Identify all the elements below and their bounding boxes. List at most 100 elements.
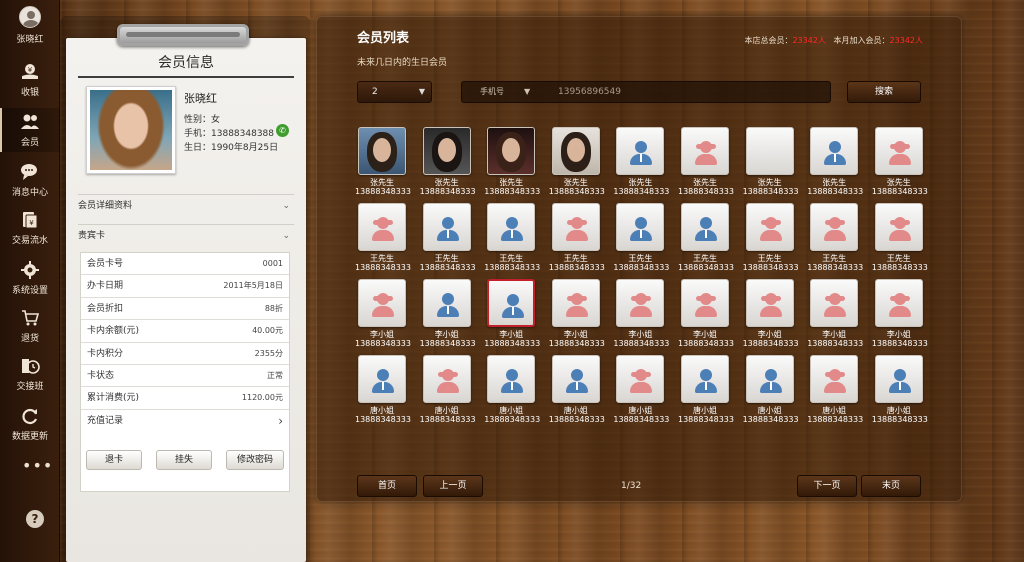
member-name: 张先生 — [822, 178, 847, 187]
member-name: 李小姐 — [693, 330, 717, 339]
male-avatar-icon — [681, 355, 729, 403]
member-card-item[interactable]: 唐小姐 13888348333 — [743, 355, 799, 425]
member-card-item[interactable]: 唐小姐 13888348333 — [807, 355, 864, 425]
member-card-item[interactable]: 唐小姐 13888348333 — [355, 355, 411, 425]
nav-item-settings[interactable]: 系统设置 — [0, 260, 60, 296]
member-name: 王先生 — [822, 254, 847, 263]
next-page-button[interactable]: 下一页 — [797, 475, 857, 497]
member-name: 李小姐 — [563, 330, 588, 339]
refund-card-button[interactable]: 退卡 — [86, 450, 142, 470]
member-phone: 13888348333 — [484, 263, 541, 272]
nav-item-data-update[interactable]: 数据更新 — [0, 406, 60, 442]
nav-item-members[interactable]: 会员 — [0, 108, 60, 152]
member-card-item[interactable]: 王先生 13888348333 — [871, 203, 928, 273]
nav-item-shift[interactable]: 交接班 — [0, 356, 60, 392]
member-name: 张先生 — [693, 178, 717, 187]
member-card-item[interactable]: 张先生 13888348333 — [549, 127, 605, 197]
member-card-item[interactable]: 张先生 13888348333 — [484, 127, 540, 197]
search-input[interactable] — [558, 84, 818, 100]
member-card: 会员信息 张晓红 性别：女 手机：13888348388 ✆ 生日：1990年8… — [66, 38, 306, 562]
female-avatar-icon — [422, 355, 471, 403]
member-name: 张先生 — [370, 178, 394, 187]
nav-user[interactable]: 张晓红 — [0, 6, 60, 45]
member-card-item[interactable]: 王先生 13888348333 — [678, 203, 734, 273]
search-button[interactable]: 搜索 — [847, 81, 921, 103]
nav-item-transactions[interactable]: ¥ 交易流水 — [0, 210, 60, 246]
search-type-select[interactable]: 手机号 — [480, 82, 504, 102]
change-password-button[interactable]: 修改密码 — [226, 450, 284, 470]
member-card-item[interactable]: 王先生 13888348333 — [807, 203, 863, 273]
member-card-item[interactable]: 王先生 13888348333 — [613, 203, 669, 273]
member-phone: 13888348333 — [484, 415, 541, 424]
member-card-item[interactable]: 张先生 13888348333 — [613, 127, 669, 197]
recharge-record-row[interactable]: 充值记录 › — [81, 410, 289, 432]
member-card-item[interactable]: 张先生 13888348333 — [678, 127, 734, 197]
member-card-item[interactable]: 李小姐 13888348333 — [678, 279, 734, 349]
member-card-item[interactable]: 李小姐 13888348333 — [613, 279, 669, 349]
female-avatar-icon — [810, 279, 859, 327]
row-value: 88折 — [264, 303, 283, 313]
member-card-item[interactable]: 李小姐 13888348333 — [355, 279, 411, 349]
nav-item-cashier[interactable]: ¥ 收银 — [0, 62, 60, 98]
member-card-item[interactable]: 李小姐 13888348333 — [871, 279, 928, 349]
row-value: 2355分 — [254, 348, 283, 358]
member-card-item[interactable]: 张先生 13888348333 — [807, 127, 863, 197]
member-detail-section[interactable]: 会员详细资料 ⌄ — [78, 194, 294, 216]
user-avatar-icon — [19, 6, 41, 28]
female-avatar-icon — [874, 203, 923, 251]
member-card-item[interactable]: 李小姐 13888348333 — [420, 279, 476, 349]
member-card-item[interactable]: 唐小姐 13888348333 — [872, 355, 928, 425]
member-phone: 13888348333 — [871, 339, 928, 348]
member-card-item[interactable]: 唐小姐 13888348333 — [613, 355, 669, 425]
help-icon[interactable]: ? — [26, 510, 44, 528]
message-icon — [20, 162, 40, 182]
male-avatar-icon — [487, 355, 536, 403]
more-icon[interactable]: ••• — [22, 456, 53, 475]
first-page-button[interactable]: 首页 — [357, 475, 417, 497]
member-card-title: 会员信息 — [158, 55, 214, 71]
vip-card-section[interactable]: 贵宾卡 ⌄ — [78, 224, 294, 246]
settings-icon — [20, 260, 40, 280]
member-card-item[interactable]: 张先生 13888348333 — [355, 127, 411, 197]
refresh-icon — [20, 406, 40, 426]
member-phone: 13888348333 — [871, 263, 928, 272]
member-phone: 13888348333 — [807, 415, 864, 424]
nav-item-label: 交接班 — [16, 382, 44, 392]
member-phone: 13888348333 — [678, 339, 734, 348]
member-card-item[interactable]: 王先生 13888348333 — [355, 203, 411, 273]
member-name: 张先生 — [563, 178, 588, 187]
member-card-item[interactable]: 李小姐 13888348333 — [743, 279, 799, 349]
row-label: 卡内余额(元) — [87, 326, 140, 337]
prev-page-button[interactable]: 上一页 — [423, 475, 483, 497]
member-card-item[interactable]: 王先生 13888348333 — [743, 203, 799, 273]
caret-down-icon[interactable]: ▼ — [524, 82, 530, 102]
member-card-item[interactable]: 张先生 13888348333 — [420, 127, 476, 197]
last-page-button[interactable]: 末页 — [861, 475, 921, 497]
member-card-item[interactable]: 李小姐 13888348333 — [807, 279, 863, 349]
member-phone: 13888348333 — [742, 187, 799, 196]
member-card-item[interactable]: 王先生 13888348333 — [549, 203, 605, 273]
member-name: 唐小姐 — [370, 406, 394, 415]
member-card-item[interactable]: 李小姐 13888348333 — [549, 279, 605, 349]
nav-item-label: 数据更新 — [11, 432, 48, 442]
member-card-item[interactable]: 唐小姐 13888348333 — [484, 355, 541, 425]
member-card-item[interactable]: 王先生 13888348333 — [484, 203, 541, 273]
call-phone-icon[interactable]: ✆ — [276, 124, 289, 137]
member-card-item[interactable]: 王先生 13888348333 — [420, 203, 476, 273]
nav-item-messages[interactable]: 消息中心 — [0, 162, 60, 198]
member-name: 唐小姐 — [822, 406, 847, 415]
member-card-item[interactable]: 唐小姐 13888348333 — [420, 355, 476, 425]
member-card-item[interactable]: 张先生 13888348333 — [871, 127, 928, 197]
member-card-item[interactable]: 李小姐 13888348333 — [484, 279, 540, 349]
panel-title: 会员列表 — [357, 31, 410, 46]
member-phone: 13888348333 — [871, 187, 928, 196]
report-loss-button[interactable]: 挂失 — [156, 450, 212, 470]
member-card-item[interactable]: 唐小姐 13888348333 — [678, 355, 734, 425]
member-card-item[interactable]: 张先生 13888348333 — [742, 127, 799, 197]
female-avatar-icon — [358, 279, 406, 327]
nav-item-returns[interactable]: 退货 — [0, 308, 60, 344]
male-avatar-icon — [422, 279, 471, 327]
member-card-item[interactable]: 唐小姐 13888348333 — [549, 355, 605, 425]
nav-user-name: 张晓红 — [16, 35, 44, 45]
days-select[interactable]: 2 ▼ — [357, 81, 432, 103]
